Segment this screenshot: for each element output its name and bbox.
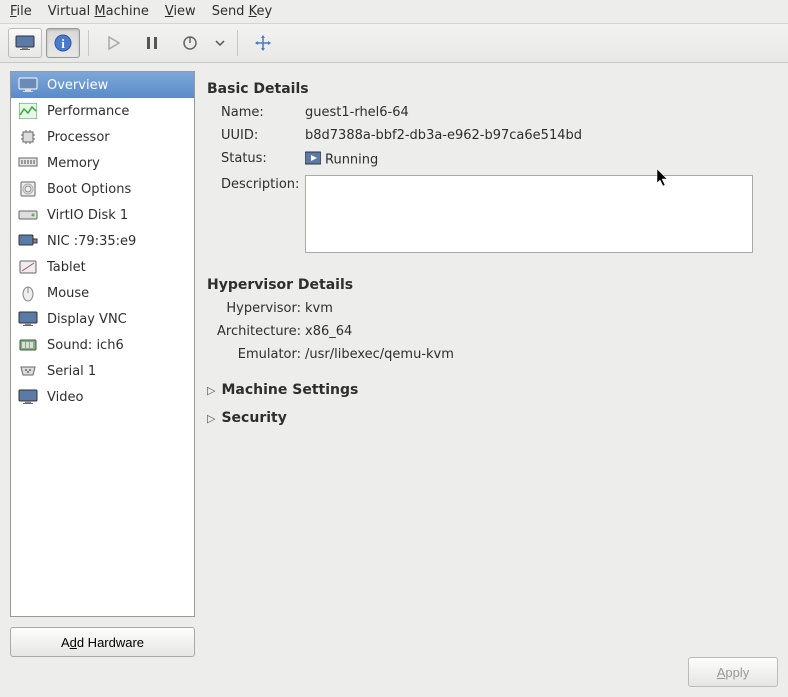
nic-icon xyxy=(17,232,39,250)
sidebar-item-performance[interactable]: Performance xyxy=(11,98,194,124)
hypervisor-value: kvm xyxy=(305,299,333,316)
info-icon: i xyxy=(53,33,73,53)
power-icon xyxy=(182,35,198,51)
apply-button[interactable]: Apply xyxy=(688,657,778,687)
monitor-icon xyxy=(15,35,35,51)
sidebar-item-label: Processor xyxy=(47,130,110,145)
description-label: Description: xyxy=(207,175,305,253)
sidebar-item-boot[interactable]: Boot Options xyxy=(11,176,194,202)
shutdown-button[interactable] xyxy=(173,28,207,58)
hypervisor-details-title: Hypervisor Details xyxy=(207,277,770,293)
name-label: Name: xyxy=(207,103,305,120)
move-icon xyxy=(254,34,272,52)
sidebar-item-label: Sound: ich6 xyxy=(47,338,124,353)
details-button[interactable]: i xyxy=(46,28,80,58)
tablet-icon xyxy=(17,258,39,276)
sidebar-item-nic[interactable]: NIC :79:35:e9 xyxy=(11,228,194,254)
boot-icon xyxy=(17,180,39,198)
sidebar-item-video[interactable]: Video xyxy=(11,384,194,410)
sidebar-item-label: Display VNC xyxy=(47,312,127,327)
sidebar-item-mouse[interactable]: Mouse xyxy=(11,280,194,306)
hypervisor-label: Hypervisor: xyxy=(207,299,305,316)
mouse-icon xyxy=(17,284,39,302)
emulator-label: Emulator: xyxy=(207,345,305,362)
menu-file[interactable]: FFileile xyxy=(10,4,32,19)
sidebar-item-serial[interactable]: Serial 1 xyxy=(11,358,194,384)
menu-send-key[interactable]: Send Key xyxy=(212,4,272,19)
sidebar-item-label: Tablet xyxy=(47,260,86,275)
sidebar-item-display[interactable]: Display VNC xyxy=(11,306,194,332)
hardware-list[interactable]: Overview Performance Processor Memory Bo… xyxy=(10,71,195,617)
architecture-value: x86_64 xyxy=(305,322,352,339)
menu-virtual-machine[interactable]: Virtual Machine xyxy=(48,4,149,19)
console-button[interactable] xyxy=(8,28,42,58)
sidebar-item-sound[interactable]: Sound: ich6 xyxy=(11,332,194,358)
sidebar-item-label: VirtIO Disk 1 xyxy=(47,208,128,223)
sidebar-item-label: Memory xyxy=(47,156,100,171)
details-pane: Basic Details Name: guest1-rhel6-64 UUID… xyxy=(207,71,778,657)
security-expander[interactable]: ▷ Security xyxy=(207,410,770,426)
sidebar-item-label: Serial 1 xyxy=(47,364,96,379)
sidebar-item-overview[interactable]: Overview xyxy=(11,72,194,98)
memory-icon xyxy=(17,154,39,172)
toolbar: i xyxy=(0,23,788,63)
running-icon xyxy=(305,151,321,169)
pause-icon xyxy=(145,36,159,50)
sidebar-item-label: Performance xyxy=(47,104,129,119)
sidebar: Overview Performance Processor Memory Bo… xyxy=(10,71,195,657)
sound-icon xyxy=(17,336,39,354)
emulator-value: /usr/libexec/qemu-kvm xyxy=(305,345,454,362)
display-icon xyxy=(17,310,39,328)
chevron-down-icon xyxy=(215,40,225,46)
sidebar-item-label: Mouse xyxy=(47,286,89,301)
sidebar-item-tablet[interactable]: Tablet xyxy=(11,254,194,280)
menubar: FFileile Virtual Machine View Send Key xyxy=(0,0,788,23)
sidebar-item-memory[interactable]: Memory xyxy=(11,150,194,176)
svg-text:i: i xyxy=(61,36,65,51)
sidebar-item-label: Overview xyxy=(47,78,108,93)
content-area: Overview Performance Processor Memory Bo… xyxy=(0,63,788,657)
basic-details-title: Basic Details xyxy=(207,81,770,97)
sidebar-item-disk[interactable]: VirtIO Disk 1 xyxy=(11,202,194,228)
footer: Apply xyxy=(0,657,788,697)
description-input[interactable] xyxy=(305,175,753,253)
sidebar-item-label: NIC :79:35:e9 xyxy=(47,234,136,249)
sidebar-item-label: Video xyxy=(47,390,83,405)
cpu-icon xyxy=(17,128,39,146)
performance-icon xyxy=(17,102,39,120)
name-value: guest1-rhel6-64 xyxy=(305,103,409,120)
architecture-label: Architecture: xyxy=(207,322,305,339)
serial-icon xyxy=(17,362,39,380)
menu-view[interactable]: View xyxy=(165,4,196,19)
status-value: Running xyxy=(305,149,378,169)
sidebar-item-label: Boot Options xyxy=(47,182,131,197)
status-label: Status: xyxy=(207,149,305,169)
disk-icon xyxy=(17,206,39,224)
run-button[interactable] xyxy=(97,28,131,58)
chevron-right-icon: ▷ xyxy=(207,412,215,425)
machine-settings-expander[interactable]: ▷ Machine Settings xyxy=(207,382,770,398)
uuid-value: b8d7388a-bbf2-db3a-e962-b97ca6e514bd xyxy=(305,126,582,143)
add-hardware-button[interactable]: Add Hardware xyxy=(10,627,195,657)
chevron-right-icon: ▷ xyxy=(207,384,215,397)
sidebar-item-processor[interactable]: Processor xyxy=(11,124,194,150)
monitor-icon xyxy=(17,76,39,94)
video-icon xyxy=(17,388,39,406)
play-icon xyxy=(107,36,121,50)
pause-button[interactable] xyxy=(135,28,169,58)
uuid-label: UUID: xyxy=(207,126,305,143)
shutdown-menu-button[interactable] xyxy=(211,28,229,58)
fullscreen-button[interactable] xyxy=(246,28,280,58)
